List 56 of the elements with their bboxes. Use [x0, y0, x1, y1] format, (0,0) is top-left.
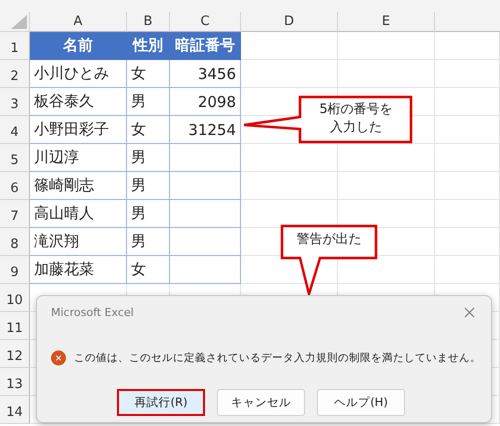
column-header[interactable]: D	[241, 12, 338, 32]
row-header[interactable]: 13	[0, 368, 30, 396]
row-header[interactable]: 6	[0, 172, 30, 200]
callout-text: 警告が出た	[296, 231, 362, 249]
table-cell: 男	[127, 88, 170, 116]
table-cell: 女	[127, 256, 170, 284]
dialog-title: Microsoft Excel	[51, 306, 134, 319]
row-header[interactable]: 5	[0, 144, 30, 172]
column-header[interactable]	[435, 12, 500, 32]
empty-cell[interactable]	[170, 172, 241, 200]
column-header[interactable]: B	[127, 12, 170, 32]
row-header[interactable]: 7	[0, 200, 30, 228]
table-cell: 小野田彩子	[30, 116, 127, 144]
column-title: 名前	[30, 32, 127, 60]
dialog-button[interactable]: キャンセル	[217, 389, 305, 416]
table-cell: 川辺淳	[30, 144, 127, 172]
select-all-icon[interactable]	[11, 15, 27, 29]
table-cell: 加藤花菜	[30, 256, 127, 284]
table-cell: 男	[127, 144, 170, 172]
table-cell: 板谷泰久	[30, 88, 127, 116]
table-cell: 篠崎剛志	[30, 172, 127, 200]
row-header[interactable]: 3	[0, 88, 30, 116]
row-header[interactable]: 12	[0, 340, 30, 368]
empty-cell[interactable]	[170, 200, 241, 228]
column-header[interactable]: C	[170, 12, 241, 32]
table-cell: 男	[127, 228, 170, 256]
table-cell: 滝沢翔	[30, 228, 127, 256]
close-icon[interactable]	[464, 307, 475, 318]
column-header[interactable]: E	[338, 12, 435, 32]
row-header[interactable]: 9	[0, 256, 30, 284]
row-header[interactable]: 10	[0, 284, 30, 312]
table-cell: 女	[127, 116, 170, 144]
error-message: この値は、このセルに定義されているデータ入力規則の制限を満たしていません。	[74, 351, 481, 365]
row-header[interactable]: 2	[0, 60, 30, 88]
column-title: 暗証番号	[170, 32, 241, 60]
dialog-button[interactable]: 再試行(R)	[117, 389, 205, 416]
empty-cell[interactable]	[170, 228, 241, 256]
row-header[interactable]: 14	[0, 396, 30, 424]
row-header[interactable]: 8	[0, 228, 30, 256]
row-header[interactable]: 1	[0, 32, 30, 60]
table-cell: 2098	[170, 88, 241, 116]
column-title: 性別	[127, 32, 170, 60]
table-cell: 3456	[170, 60, 241, 88]
table-cell: 31254	[170, 116, 241, 144]
table-cell: 男	[127, 200, 170, 228]
empty-cell[interactable]	[170, 144, 241, 172]
empty-cell[interactable]	[170, 256, 241, 284]
row-header[interactable]: 4	[0, 116, 30, 144]
table-cell: 高山晴人	[30, 200, 127, 228]
column-header[interactable]: A	[30, 12, 127, 32]
table-cell: 小川ひとみ	[30, 60, 127, 88]
row-header[interactable]: 11	[0, 312, 30, 340]
dialog-button[interactable]: ヘルプ(H)	[317, 389, 405, 416]
callout-text: 5桁の番号を 入力した	[319, 101, 393, 137]
table-cell: 女	[127, 60, 170, 88]
table-cell: 男	[127, 172, 170, 200]
